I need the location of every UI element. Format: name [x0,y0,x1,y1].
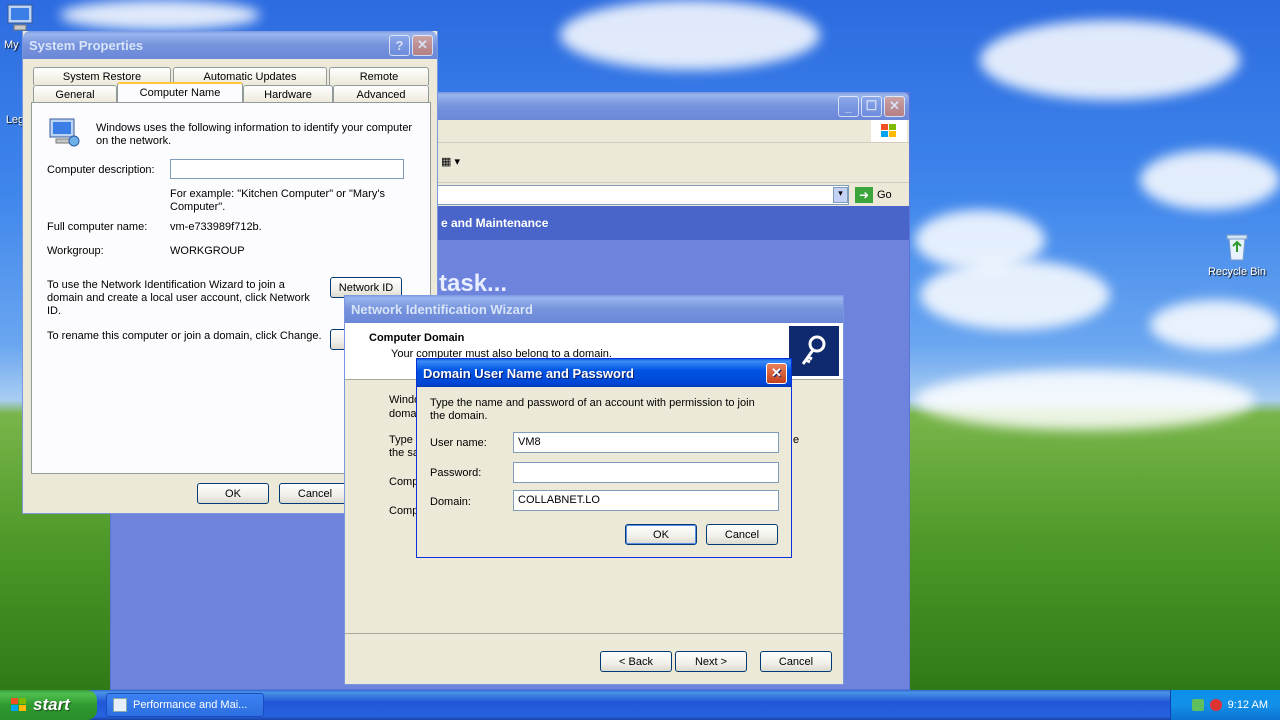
address-dropdown-button[interactable]: ▾ [833,187,848,203]
next-button[interactable]: Next > [675,651,747,672]
wizard-fragment-5: Comp [389,476,419,488]
workgroup-label: Workgroup: [47,245,104,257]
system-tray: 9:12 AM [1170,690,1280,720]
domain-credentials-dialog: Domain User Name and Password ✕ Type the… [416,358,792,558]
domain-dialog-body: Type the name and password of an account… [419,387,789,555]
system-properties-titlebar[interactable]: System Properties ? ✕ [23,31,437,59]
tab-hardware[interactable]: Hardware [243,85,333,103]
full-name-value: vm-e733989f712b. [170,221,262,233]
views-icon[interactable]: ▦ ▾ [441,155,475,173]
domain-dialog-titlebar[interactable]: Domain User Name and Password ✕ [417,359,791,387]
ok-button[interactable]: OK [197,483,269,504]
rename-text: To rename this computer or join a domain… [47,330,322,342]
help-button[interactable]: ? [389,34,410,56]
domain-label: Domain: [430,496,471,508]
security-alert-icon[interactable] [1209,699,1222,711]
my-computer-label: My [4,39,19,51]
minimize-button[interactable]: _ [838,95,859,117]
network-tray-icon[interactable] [1191,699,1204,711]
maximize-button[interactable]: ☐ [861,95,882,117]
clock: 9:12 AM [1227,699,1268,711]
recycle-bin-desktop-icon[interactable]: Recycle Bin [1202,230,1272,278]
tab-advanced[interactable]: Advanced [333,85,429,103]
wizard-fragment-7: e [793,434,800,446]
description-label: Computer description: [47,164,155,176]
tab-remote[interactable]: Remote [329,67,429,85]
keys-icon [789,326,839,376]
wizard-footer-divider [345,633,843,634]
close-button[interactable]: ✕ [412,34,433,56]
workgroup-value: WORKGROUP [170,245,245,257]
recycle-bin-label: Recycle Bin [1207,266,1267,278]
go-button[interactable]: ➜ Go [855,186,899,204]
wizard-cancel-button[interactable]: Cancel [760,651,832,672]
intro-text: Windows uses the following information t… [96,122,413,147]
password-label: Password: [430,467,482,479]
user-name-label: User name: [430,437,487,449]
wizard-fragment-4: the sa [389,447,419,459]
close-button[interactable]: ✕ [766,362,787,384]
tab-general[interactable]: General [33,85,117,103]
wizard-fragment-6: Comp [389,505,419,517]
domain-ok-button[interactable]: OK [625,524,697,545]
wizard-fragment-3: Type [389,434,413,446]
category-title: e and Maintenance [441,216,549,230]
pick-task-heading: task... [439,270,508,297]
taskbar: start Performance and Mai... 9:12 AM [0,690,1280,720]
system-properties-title: System Properties [29,37,144,53]
full-name-label: Full computer name: [47,221,148,233]
user-name-input[interactable]: VM8 [513,432,779,453]
start-button[interactable]: start [0,690,97,720]
wizard-title: Network Identification Wizard [351,301,533,317]
cancel-button[interactable]: Cancel [279,483,351,504]
network-id-text: To use the Network Identification Wizard… [47,279,310,317]
recycle-bin-icon [1221,230,1253,262]
domain-cancel-button[interactable]: Cancel [706,524,778,545]
windows-flag-icon [10,697,28,713]
domain-input[interactable]: COLLABNET.LO [513,490,779,511]
computer-icon [4,2,36,34]
domain-dialog-title: Domain User Name and Password [423,365,634,381]
tab-computer-name[interactable]: Computer Name [117,82,243,102]
wizard-titlebar[interactable]: Network Identification Wizard [345,295,843,323]
wizard-heading: Computer Domain [369,332,465,344]
taskbar-item-performance[interactable]: Performance and Mai... [106,693,264,717]
example-text: For example: "Kitchen Computer" or "Mary… [170,188,385,213]
back-button[interactable]: < Back [600,651,672,672]
windows-logo-icon [871,120,907,142]
wizard-fragment-2: doma [389,408,417,420]
control-panel-icon [113,698,127,712]
go-arrow-icon: ➜ [855,187,873,203]
domain-dialog-intro: Type the name and password of an account… [430,397,755,422]
close-button[interactable]: ✕ [884,95,905,117]
computer-network-icon [46,115,80,149]
computer-description-input[interactable] [170,159,404,179]
password-input[interactable] [513,462,779,483]
